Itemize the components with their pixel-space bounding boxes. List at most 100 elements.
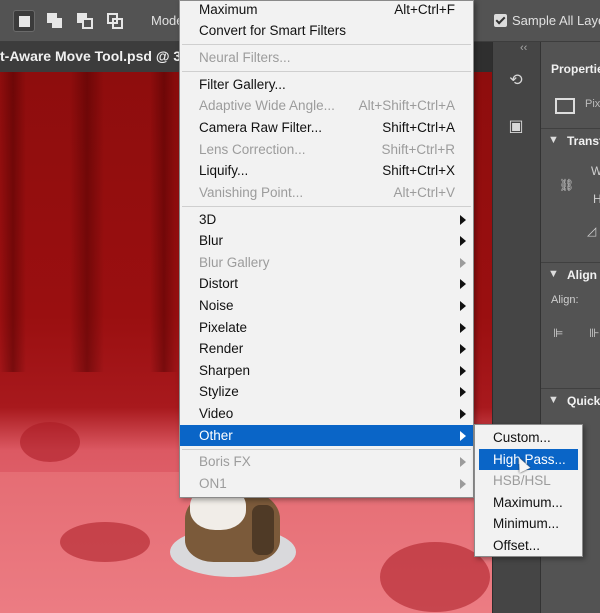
other-submenu: Custom... High Pass... HSB/HSL Maximum... Mi… bbox=[474, 424, 583, 557]
sample-all-layers-label[interactable]: Sample All Layers bbox=[512, 13, 600, 28]
submenu-arrow-icon bbox=[460, 300, 466, 311]
menu-item-blur[interactable]: Blur bbox=[180, 230, 473, 252]
menu-item-blur-gallery[interactable]: Blur Gallery bbox=[180, 252, 473, 274]
submenu-item-label: Minimum... bbox=[493, 516, 560, 531]
submenu-item-maximum[interactable]: Maximum... bbox=[479, 492, 578, 514]
submenu-arrow-icon bbox=[460, 236, 466, 247]
menu-item-label: Blur bbox=[199, 233, 224, 249]
sample-all-layers-checkbox[interactable] bbox=[494, 14, 507, 27]
align-label: Align: bbox=[551, 294, 579, 306]
menu-item-filter-gallery[interactable]: Filter Gallery... bbox=[180, 74, 473, 96]
width-label: W bbox=[591, 164, 600, 178]
section-align[interactable]: ▼ Align bbox=[541, 262, 600, 288]
menu-item-vanishing-point[interactable]: Vanishing Point... Alt+Ctrl+V bbox=[180, 182, 473, 204]
menu-item-convert-for-smart-filters[interactable]: Convert for Smart Filters bbox=[180, 20, 473, 42]
menu-separator bbox=[182, 44, 471, 46]
menu-item-label: Liquify... bbox=[199, 163, 249, 179]
rock bbox=[20, 422, 80, 462]
submenu-item-label: HSB/HSL bbox=[493, 473, 551, 488]
submenu-item-minimum[interactable]: Minimum... bbox=[479, 513, 578, 535]
submenu-arrow-icon bbox=[460, 430, 466, 441]
pixel-layer-icon bbox=[555, 98, 575, 114]
section-label: Transf bbox=[567, 134, 600, 148]
menu-item-shortcut: Shift+Ctrl+R bbox=[381, 141, 455, 157]
history-icon[interactable]: ⟲ bbox=[503, 68, 529, 94]
tree-trunk bbox=[70, 72, 104, 372]
section-transform[interactable]: ▼ Transf bbox=[541, 128, 600, 154]
menu-item-adaptive-wide-angle[interactable]: Adaptive Wide Angle... Alt+Shift+Ctrl+A bbox=[180, 95, 473, 117]
submenu-arrow-icon bbox=[460, 322, 466, 333]
section-quick-actions[interactable]: ▼ Quick bbox=[541, 388, 600, 414]
menu-item-camera-raw-filter[interactable]: Camera Raw Filter... Shift+Ctrl+A bbox=[180, 117, 473, 139]
menu-item-label: Stylize bbox=[199, 384, 239, 400]
rock bbox=[60, 522, 150, 562]
menu-item-stylize[interactable]: Stylize bbox=[180, 381, 473, 403]
menu-item-other[interactable]: Other bbox=[180, 424, 473, 447]
properties-title[interactable]: Properties bbox=[551, 62, 600, 76]
submenu-item-label: Maximum... bbox=[493, 494, 563, 510]
submenu-arrow-icon bbox=[460, 387, 466, 398]
menu-item-maximum[interactable]: Maximum Alt+Ctrl+F bbox=[180, 0, 473, 20]
section-label: Align bbox=[567, 268, 597, 282]
menu-item-label: Adaptive Wide Angle... bbox=[199, 98, 335, 114]
menu-item-sharpen[interactable]: Sharpen bbox=[180, 360, 473, 382]
menu-item-shortcut: Alt+Shift+Ctrl+A bbox=[358, 98, 455, 114]
menu-item-boris-fx[interactable]: Boris FX bbox=[180, 451, 473, 473]
add-to-selection-icon[interactable] bbox=[44, 10, 66, 32]
menu-item-neural-filters[interactable]: Neural Filters... bbox=[180, 47, 473, 69]
menu-item-label: Lens Correction... bbox=[199, 141, 306, 157]
submenu-item-hsb-hsl[interactable]: HSB/HSL bbox=[479, 470, 578, 492]
chevron-down-icon: ▼ bbox=[548, 134, 559, 146]
menu-item-distort[interactable]: Distort bbox=[180, 273, 473, 295]
submenu-item-custom[interactable]: Custom... bbox=[479, 427, 578, 449]
menu-item-label: Camera Raw Filter... bbox=[199, 119, 323, 135]
menu-item-lens-correction[interactable]: Lens Correction... Shift+Ctrl+R bbox=[180, 139, 473, 161]
filter-menu: Maximum Alt+Ctrl+F Convert for Smart Filte… bbox=[179, 0, 474, 498]
submenu-arrow-icon bbox=[460, 478, 466, 489]
menu-item-shortcut: Alt+Ctrl+F bbox=[394, 1, 455, 17]
angle-icon: ◿ bbox=[587, 224, 597, 238]
menu-item-label: Blur Gallery bbox=[199, 254, 270, 270]
menu-item-label: Distort bbox=[199, 276, 239, 292]
link-icon[interactable]: ⛓ bbox=[559, 178, 574, 192]
menu-item-label: Noise bbox=[199, 297, 234, 313]
chevron-down-icon: ▼ bbox=[548, 394, 559, 406]
menu-item-label: ON1 bbox=[199, 475, 227, 491]
menu-item-label: Neural Filters... bbox=[199, 49, 291, 65]
align-center-icon[interactable]: ⊪ bbox=[589, 326, 599, 340]
menu-item-label: 3D bbox=[199, 211, 217, 227]
menu-item-on1[interactable]: ON1 bbox=[180, 473, 473, 495]
submenu-arrow-icon bbox=[460, 257, 466, 268]
intersect-selection-icon[interactable] bbox=[104, 10, 126, 32]
library-icon[interactable]: ▣ bbox=[503, 114, 529, 140]
menu-item-label: Boris FX bbox=[199, 454, 251, 470]
tree-trunk bbox=[0, 72, 26, 372]
document-tab[interactable]: t-Aware Move Tool.psd @ 33.6 bbox=[0, 42, 180, 72]
document-tab-title: t-Aware Move Tool.psd @ 33.6 bbox=[0, 48, 180, 64]
menu-item-label: Render bbox=[199, 341, 244, 357]
align-left-icon[interactable]: ⊫ bbox=[553, 326, 563, 340]
menu-separator bbox=[182, 71, 471, 73]
submenu-arrow-icon bbox=[460, 344, 466, 355]
submenu-item-label: Offset... bbox=[493, 537, 541, 553]
menu-item-3d[interactable]: 3D bbox=[180, 209, 473, 231]
properties-header: Properties bbox=[541, 56, 600, 82]
pixel-layer-label: Pixe bbox=[585, 98, 600, 110]
menu-item-liquify[interactable]: Liquify... Shift+Ctrl+X bbox=[180, 160, 473, 182]
chevron-down-icon: ▼ bbox=[548, 268, 559, 280]
menu-item-video[interactable]: Video bbox=[180, 403, 473, 425]
new-selection-icon[interactable] bbox=[13, 10, 35, 32]
height-label: H bbox=[593, 192, 600, 206]
collapse-icon[interactable]: ‹‹ bbox=[520, 42, 527, 54]
submenu-arrow-icon bbox=[460, 408, 466, 419]
menu-item-label: Pixelate bbox=[199, 319, 248, 335]
menu-item-noise[interactable]: Noise bbox=[180, 295, 473, 317]
subtract-from-selection-icon[interactable] bbox=[74, 10, 96, 32]
submenu-arrow-icon bbox=[460, 457, 466, 468]
menu-item-pixelate[interactable]: Pixelate bbox=[180, 317, 473, 339]
tree-trunk bbox=[150, 72, 178, 372]
menu-item-label: Maximum bbox=[199, 1, 258, 17]
submenu-item-offset[interactable]: Offset... bbox=[479, 535, 578, 557]
menu-item-label: Filter Gallery... bbox=[199, 76, 286, 92]
menu-item-render[interactable]: Render bbox=[180, 338, 473, 360]
